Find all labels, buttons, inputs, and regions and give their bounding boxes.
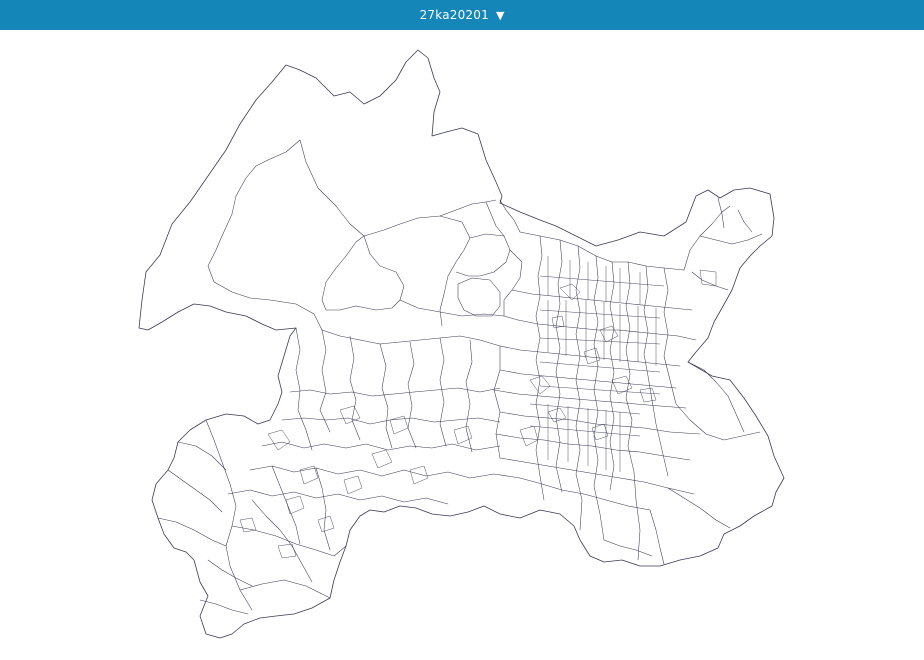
map-canvas [138,49,785,639]
triangle-down-icon: ▼ [495,8,505,22]
district-boundary-map [0,30,924,660]
area-code-dropdown[interactable]: 27ka20201 ▼ [0,0,924,30]
map-outer-boundary [138,49,785,639]
area-code-label: 27ka20201 [419,8,489,22]
